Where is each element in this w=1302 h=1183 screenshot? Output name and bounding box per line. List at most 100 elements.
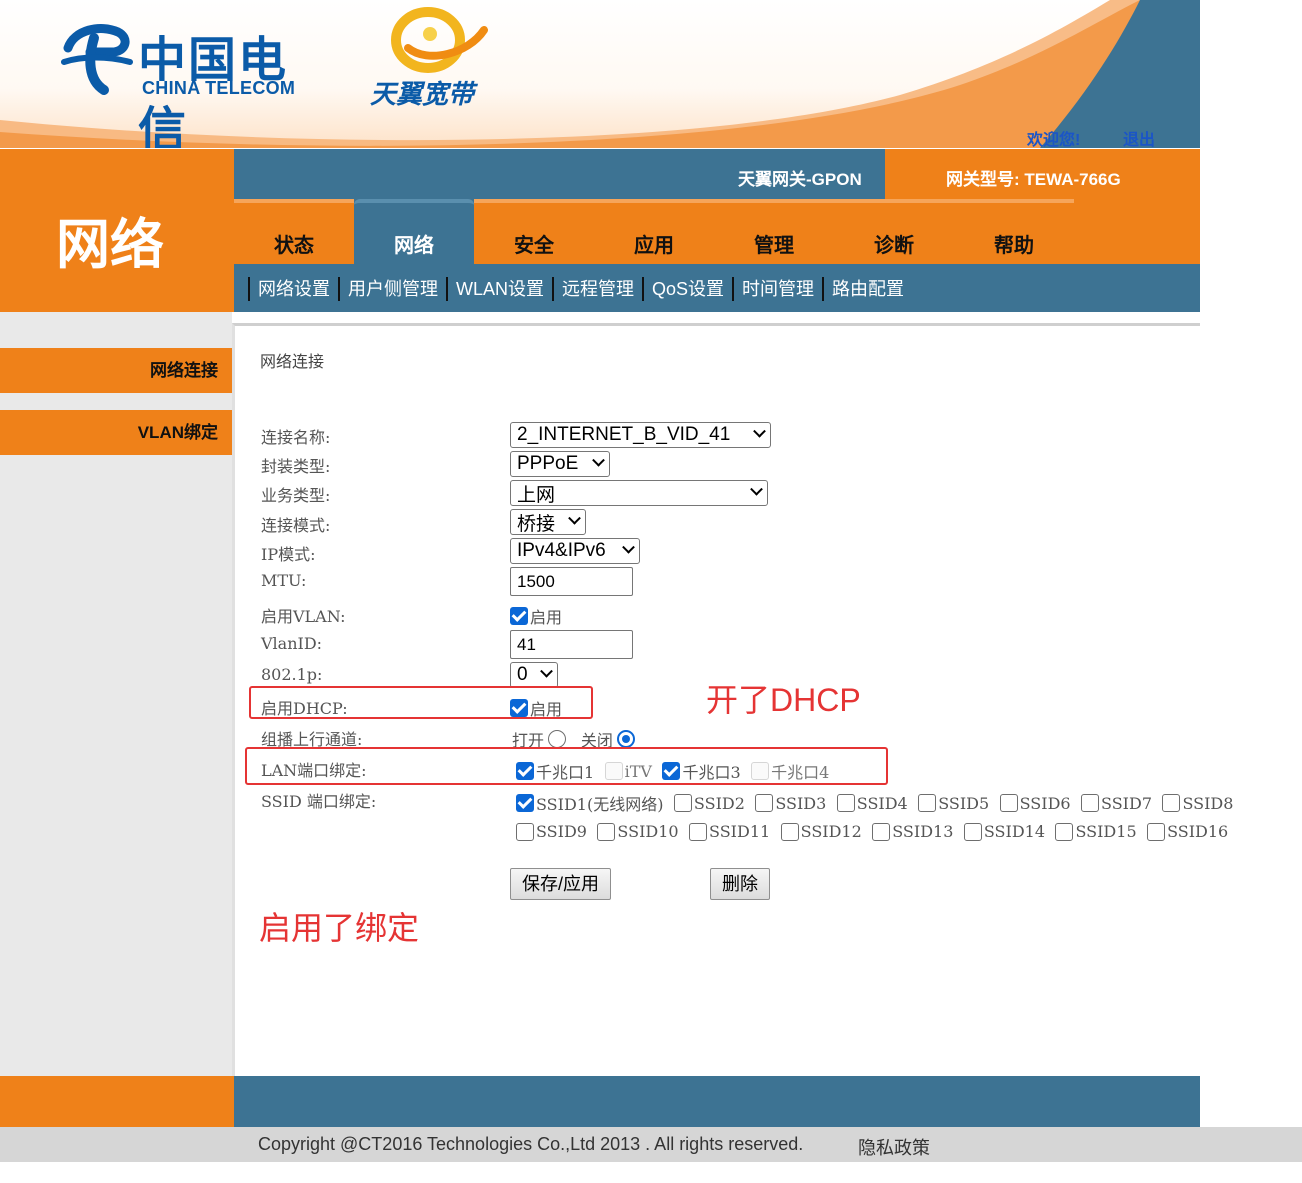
select-value: 上网 [517,484,556,506]
copyright-text: Copyright @CT2016 Technologies Co.,Ltd 2… [258,1134,804,1154]
ssid-checkbox[interactable] [872,822,891,841]
tab-label: 网络 [394,235,434,257]
vlan-id-label: VlanID: [261,634,323,653]
encap-select[interactable]: PPPoE [510,451,610,477]
model-label: 网关型号: TEWA-766G [946,170,1121,189]
dot1p-select[interactable]: 0 [510,662,558,688]
chevron-down-icon [568,511,581,525]
vlan-enable-checkbox-group: 启用 [510,604,562,628]
select-value: PPPoE [517,453,579,474]
save-apply-button[interactable]: 保存/应用 [510,868,611,900]
footer-left-block [0,1076,234,1127]
service-select[interactable]: 上网 [510,480,768,506]
tab-security[interactable]: 安全 [474,199,594,264]
select-value: IPv4&IPv6 [517,540,606,561]
dot1p-label: 802.1p: [261,665,323,684]
sub-tabs: 网络设置 用户侧管理 WLAN设置 远程管理 QoS设置 时间管理 路由配置 [248,276,912,302]
subtab-wlan[interactable]: WLAN设置 [446,277,552,301]
subtab-user-side[interactable]: 用户侧管理 [338,277,446,301]
product-logo-text: 天翼宽带 [370,79,475,109]
main-tabs: 状态 网络 安全 应用 管理 诊断 帮助 [234,199,1074,264]
ssid-checkbox[interactable] [516,794,534,812]
multicast-close-radio[interactable] [617,730,636,748]
ssid-label: SSID11 [709,822,771,841]
vlan-enable-checkbox[interactable] [510,607,528,625]
ssid-label: SSID15 [1075,822,1137,841]
logout-link[interactable]: 退出 [1123,126,1155,148]
select-value: 桥接 [517,513,556,535]
welcome-text: 欢迎您! [1027,132,1081,148]
ssid-checkbox[interactable] [780,822,799,841]
ssid-checkbox[interactable] [689,822,708,841]
china-telecom-emblem-icon [61,24,133,95]
tab-application[interactable]: 应用 [594,199,714,264]
select-value: 0 [517,664,528,685]
subtab-route[interactable]: 路由配置 [822,277,912,301]
ssid-label: SSID14 [983,822,1046,841]
tab-label: 应用 [634,235,674,257]
dhcp-annotation: 开了DHCP [706,682,861,718]
delete-button[interactable]: 删除 [710,868,770,900]
select-value: 2_INTERNET_B_VID_41 [517,424,731,445]
ssid-label: SSID13 [892,822,954,841]
tab-label: 状态 [274,235,314,257]
ssid-checkbox[interactable] [1162,794,1181,812]
ssid-checkbox[interactable] [516,822,534,841]
ssid-label: SSID12 [800,822,862,841]
tab-network[interactable]: 网络 [354,199,474,264]
ssid-label: SSID5 [938,793,990,813]
tab-status[interactable]: 状态 [234,199,354,264]
dhcp-highlight-box [249,686,593,719]
ssid-label: SSID4 [856,793,908,813]
multicast-open-radio[interactable] [548,730,567,748]
china-telecom-logo: 中国电信 CHINA TELECOM [60,18,320,148]
vlan-enable-option: 启用 [530,608,563,627]
ssid-checkbox[interactable] [918,794,937,812]
mtu-label: MTU: [261,571,307,590]
chevron-down-icon [592,453,605,467]
subtab-time[interactable]: 时间管理 [732,277,822,301]
tianyi-swirl-icon [391,7,488,73]
nav-filler [1074,199,1200,264]
ssid-bind-row-1: SSID1(无线网络) SSID2 SSID3 SSID4 SSID5 SSID… [516,791,1233,815]
ssid-checkbox[interactable] [597,822,616,841]
conn-mode-select[interactable]: 桥接 [510,509,586,535]
ssid-label: SSID16 [1167,822,1229,841]
subtab-remote[interactable]: 远程管理 [552,277,642,301]
tab-management[interactable]: 管理 [714,199,834,264]
tab-help[interactable]: 帮助 [954,199,1074,264]
vlan-id-input[interactable]: 41 [510,630,633,659]
ssid-checkbox[interactable] [1081,794,1100,812]
ssid-checkbox[interactable] [1055,822,1074,841]
ssid-checkbox[interactable] [755,794,774,812]
tab-diagnosis[interactable]: 诊断 [834,199,954,264]
ssid-label: SSID8 [1182,793,1234,813]
tab-label: 管理 [754,235,794,257]
ip-mode-select[interactable]: IPv4&IPv6 [510,538,640,564]
lan-bind-highlight-box [245,747,888,785]
mtu-input[interactable]: 1500 [510,567,633,596]
ssid-checkbox[interactable] [836,794,855,812]
ssid-bind-row-2: SSID9 SSID10 SSID11 SSID12 SSID13 SSID14… [516,822,1228,841]
tab-label: 帮助 [994,235,1034,257]
ssid-checkbox[interactable] [963,822,982,841]
sidebar-item-network-connection[interactable]: 网络连接 [0,348,232,393]
subtab-network-settings[interactable]: 网络设置 [248,277,338,301]
section-title: 网络 [56,215,164,275]
service-label: 业务类型: [261,486,331,505]
ssid-checkbox[interactable] [673,794,692,812]
header-banner: 中国电信 CHINA TELECOM 天翼宽带 欢迎您! 退出 [0,0,1200,148]
vlan-enable-label: 启用VLAN: [261,607,346,626]
ssid-checkbox[interactable] [999,794,1018,812]
ssid-label: SSID7 [1101,793,1152,813]
chevron-down-icon [540,664,553,678]
ssid-checkbox[interactable] [1147,822,1166,841]
encap-label: 封装类型: [261,457,331,476]
conn-name-label: 连接名称: [261,428,331,447]
privacy-policy-link[interactable]: 隐私政策 [858,1134,930,1160]
content-title: 网络连接 [260,352,325,371]
subtab-qos[interactable]: QoS设置 [642,277,732,301]
sidebar-item-vlan-binding[interactable]: VLAN绑定 [0,410,232,455]
conn-name-select[interactable]: 2_INTERNET_B_VID_41 [510,422,771,448]
footer-bar [234,1076,1200,1127]
